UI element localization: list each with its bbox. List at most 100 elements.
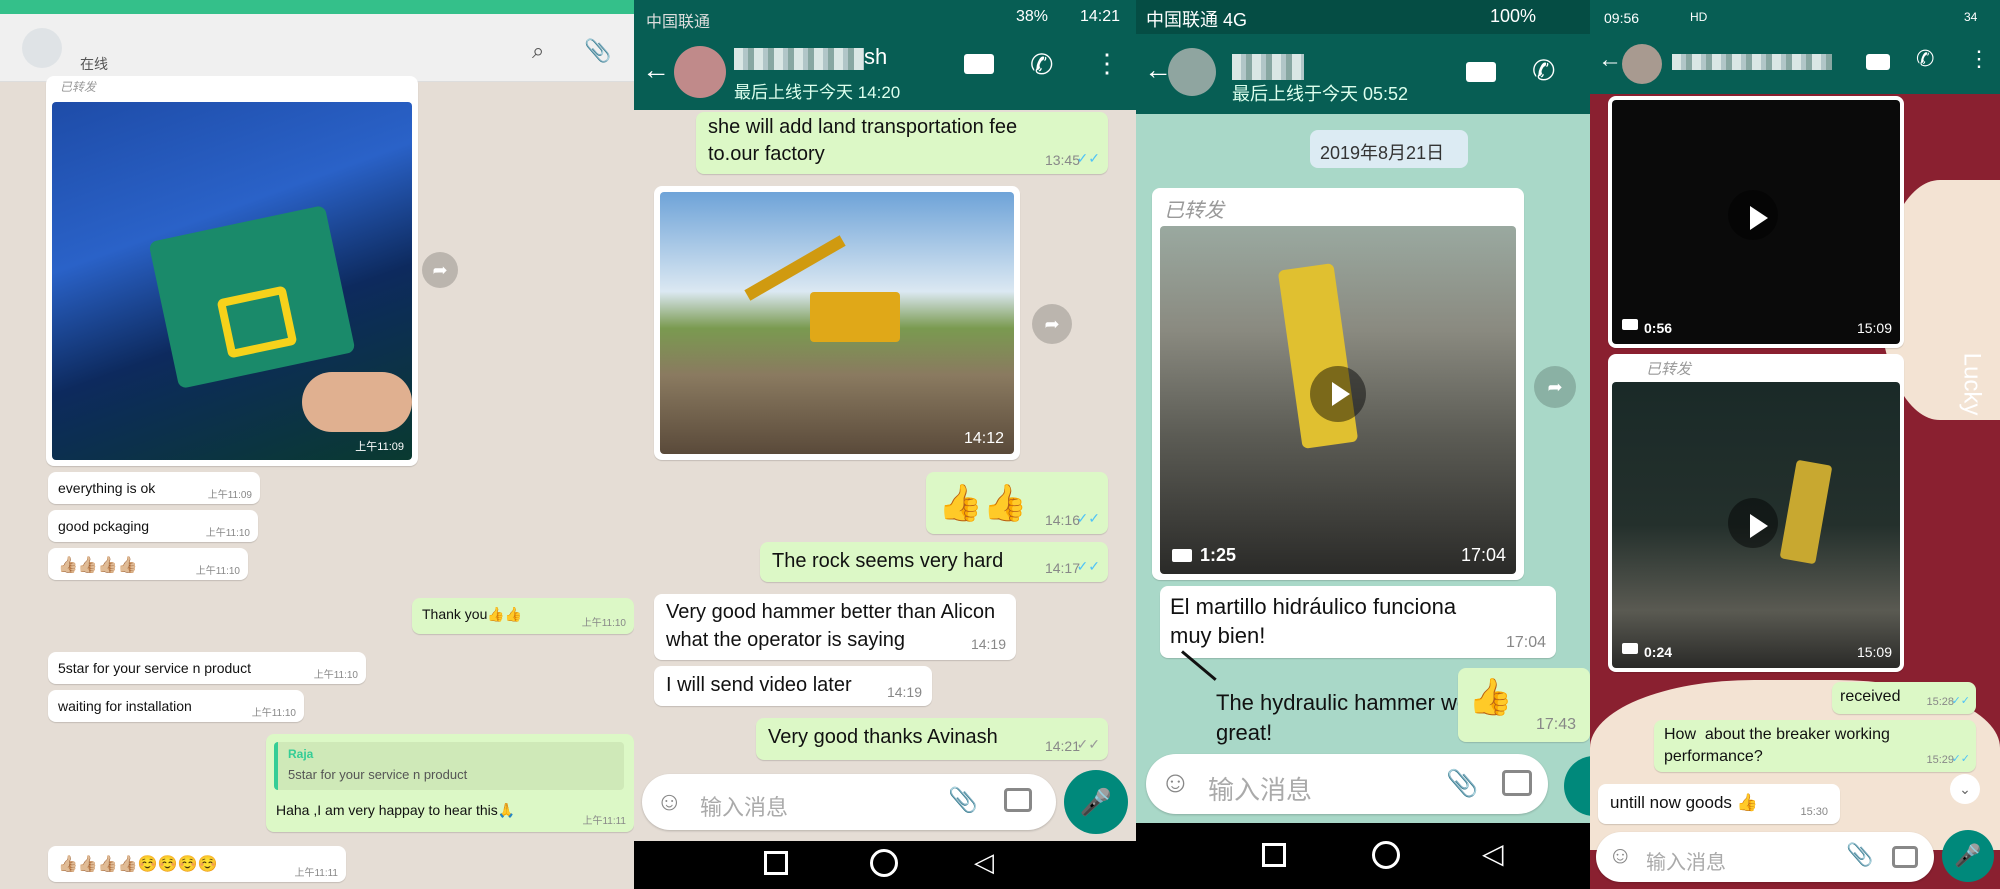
message[interactable]: she will add land transportation fee to.… bbox=[696, 112, 1108, 174]
video-call-icon[interactable] bbox=[1466, 62, 1496, 82]
quoted-message[interactable]: Raja 5star for your service n product bbox=[274, 742, 624, 790]
search-icon[interactable]: ⌕ bbox=[532, 38, 544, 64]
message[interactable]: Very good hammer better than Alicon what… bbox=[654, 594, 1016, 660]
battery-level: 100% bbox=[1490, 6, 1537, 26]
night-video-1[interactable]: 0:56 15:09 bbox=[1612, 100, 1900, 344]
message[interactable]: 5star for your service n product 上午11:10 bbox=[48, 652, 366, 684]
recent-apps-icon[interactable] bbox=[1262, 843, 1286, 867]
clock: 09:56 bbox=[1604, 10, 1640, 26]
play-icon[interactable] bbox=[1728, 190, 1778, 240]
chat-panel-4: Lucky 09:56 HD 34 ← ✆ ⋮ 0:56 15:09 已转发 0… bbox=[1590, 0, 2000, 889]
image-message[interactable]: 已转发 上午11:09 bbox=[46, 76, 418, 466]
message[interactable]: Thank you👍👍 上午11:10 bbox=[412, 598, 634, 634]
phone-icon[interactable]: ✆ bbox=[1030, 48, 1053, 81]
chat-panel-1: 在线 ⌕ 📎 已转发 上午11:09 ➦ everything is ok 上午… bbox=[0, 0, 634, 889]
forward-icon[interactable]: ➦ bbox=[422, 252, 458, 288]
last-seen: 最后上线于今天 05:52 bbox=[1232, 84, 1409, 104]
attach-icon[interactable]: 📎 bbox=[1846, 842, 1873, 868]
emoji-icon[interactable]: ☺ bbox=[656, 786, 683, 817]
hammer-video[interactable]: 1:25 17:04 bbox=[1160, 226, 1516, 574]
camera-icon[interactable] bbox=[1502, 770, 1532, 796]
message[interactable]: I will send video later 14:19 bbox=[654, 666, 932, 706]
avatar[interactable] bbox=[674, 46, 726, 98]
home-icon[interactable] bbox=[1372, 841, 1400, 869]
mic-button[interactable] bbox=[1564, 756, 1590, 816]
phone-icon[interactable]: ✆ bbox=[1916, 46, 1934, 72]
forwarded-label: 已转发 bbox=[1164, 200, 1224, 222]
message[interactable]: How about the breaker working performanc… bbox=[1654, 720, 1976, 772]
reply-message[interactable]: Raja 5star for your service n product Ha… bbox=[266, 734, 634, 832]
message[interactable]: 👍🏼👍🏼👍🏼👍🏼☺️☺️☺️☺️ 上午11:11 bbox=[48, 846, 346, 882]
message-input[interactable]: ☺ 输入消息 📎 bbox=[1596, 832, 1934, 882]
chat-header: 在线 ⌕ 📎 bbox=[0, 14, 634, 82]
image-message[interactable]: 14:12 bbox=[654, 186, 1020, 460]
chat-panel-3: 中国联通 4G 100% ← 最后上线于今天 05:52 ✆ 2019年8月21… bbox=[1136, 0, 1590, 889]
back-arrow-icon[interactable]: ← bbox=[1598, 46, 1622, 74]
excavator-photo[interactable]: 14:12 bbox=[660, 192, 1014, 454]
emoji-icon[interactable]: ☺ bbox=[1608, 842, 1633, 870]
forward-icon[interactable]: ➦ bbox=[1534, 366, 1576, 408]
phone-icon[interactable]: ✆ bbox=[1532, 54, 1555, 87]
message[interactable]: waiting for installation 上午11:10 bbox=[48, 690, 304, 722]
mic-button[interactable]: 🎤 bbox=[1942, 830, 1994, 882]
mic-button[interactable]: 🎤 bbox=[1064, 770, 1128, 834]
play-icon[interactable] bbox=[1310, 366, 1366, 422]
nav-bar: ◁ bbox=[1136, 823, 1590, 889]
package-photo[interactable]: 上午11:09 bbox=[52, 102, 412, 460]
night-video-2[interactable]: 0:24 15:09 bbox=[1612, 382, 1900, 668]
chat-panel-2: 中国联通 38% 14:21 ← sh 最后上线于今天 14:20 ✆ ⋮ sh… bbox=[634, 0, 1136, 889]
recent-apps-icon[interactable] bbox=[764, 851, 788, 875]
attach-icon[interactable]: 📎 bbox=[1446, 768, 1478, 799]
video-time: 15:09 bbox=[1856, 320, 1892, 336]
message-input[interactable]: ☺ 输入消息 📎 bbox=[642, 774, 1056, 830]
camera-icon[interactable] bbox=[1892, 846, 1918, 868]
scroll-down-icon[interactable]: ⌄ bbox=[1950, 774, 1980, 804]
blurred-name bbox=[1672, 54, 1832, 70]
presence-status: 在线 bbox=[80, 56, 108, 72]
video-call-icon[interactable] bbox=[1866, 54, 1890, 70]
message[interactable]: 👍 17:43 bbox=[1458, 668, 1590, 742]
clock: 14:21 bbox=[1080, 8, 1121, 25]
message[interactable]: El martillo hidráulico funciona muy bien… bbox=[1160, 586, 1556, 658]
message[interactable]: everything is ok 上午11:09 bbox=[48, 472, 260, 504]
battery-level: 34 bbox=[1964, 10, 1978, 24]
input-placeholder: 输入消息 bbox=[1208, 775, 1313, 805]
attach-icon[interactable]: 📎 bbox=[948, 786, 978, 815]
more-icon[interactable]: ⋮ bbox=[1094, 48, 1120, 79]
contact-name: sh bbox=[864, 44, 888, 69]
video-icon bbox=[1622, 643, 1638, 654]
image-time: 14:12 bbox=[963, 430, 1004, 447]
avatar[interactable] bbox=[1168, 48, 1216, 96]
avatar[interactable] bbox=[22, 28, 62, 68]
read-ticks-icon: ✓✓ bbox=[1076, 150, 1100, 166]
date-chip: 2019年8月21日 bbox=[1310, 130, 1468, 168]
message-input[interactable]: ☺ 输入消息 📎 bbox=[1146, 754, 1548, 814]
back-arrow-icon[interactable]: ← bbox=[642, 54, 670, 86]
video-time: 17:04 bbox=[1460, 545, 1506, 565]
video-call-icon[interactable] bbox=[964, 54, 994, 74]
attach-icon[interactable]: 📎 bbox=[584, 38, 611, 64]
avatar[interactable] bbox=[1622, 44, 1662, 84]
back-icon[interactable]: ◁ bbox=[1482, 837, 1504, 870]
play-icon[interactable] bbox=[1728, 498, 1778, 548]
home-icon[interactable] bbox=[870, 849, 898, 877]
image-time: 上午11:09 bbox=[355, 441, 404, 453]
chat-header: ← sh 最后上线于今天 14:20 ✆ ⋮ bbox=[634, 34, 1136, 110]
message[interactable]: good pckaging 上午11:10 bbox=[48, 510, 258, 542]
back-icon[interactable]: ◁ bbox=[974, 847, 994, 878]
camera-icon[interactable] bbox=[1004, 788, 1032, 812]
message[interactable]: The rock seems very hard 14:17 ✓✓ bbox=[760, 542, 1108, 582]
message[interactable]: untill now goods 👍 15:30 bbox=[1598, 784, 1840, 824]
last-seen: 最后上线于今天 14:20 bbox=[734, 83, 901, 102]
status-bar: 中国联通 4G 100% bbox=[1136, 0, 1590, 34]
more-icon[interactable]: ⋮ bbox=[1968, 46, 1990, 72]
video-message[interactable]: 0:56 15:09 bbox=[1608, 96, 1904, 348]
message[interactable]: Very good thanks Avinash 14:21 ✓✓ bbox=[756, 718, 1108, 760]
emoji-icon[interactable]: ☺ bbox=[1160, 766, 1191, 800]
message[interactable]: 👍🏼👍🏼👍🏼👍🏼 上午11:10 bbox=[48, 548, 248, 580]
video-message[interactable]: 已转发 1:25 17:04 bbox=[1152, 188, 1524, 580]
forward-icon[interactable]: ➦ bbox=[1032, 304, 1072, 344]
message[interactable]: received 15:28 ✓✓ bbox=[1832, 682, 1976, 714]
message[interactable]: 👍👍 14:16 ✓✓ bbox=[926, 472, 1108, 534]
video-message[interactable]: 已转发 0:24 15:09 bbox=[1608, 354, 1904, 672]
